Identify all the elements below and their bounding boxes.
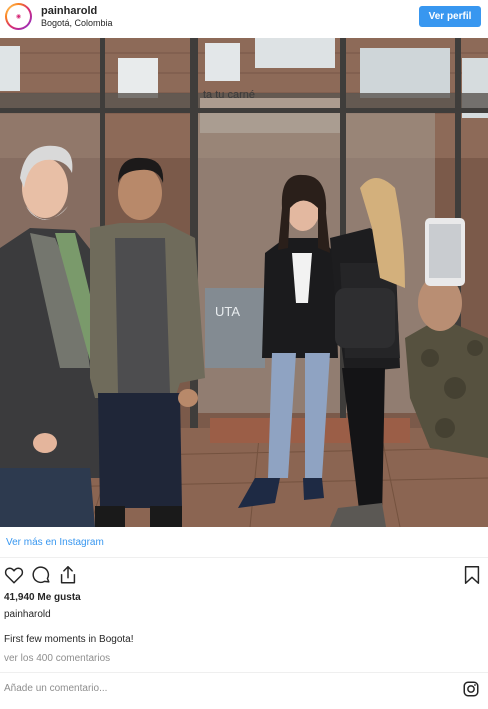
comment-icon[interactable] — [30, 564, 52, 586]
avatar[interactable]: ◉ — [5, 3, 32, 30]
bookmark-icon[interactable] — [461, 564, 483, 586]
instagram-icon[interactable] — [462, 680, 480, 698]
divider — [0, 672, 488, 673]
instagram-embed-card: ◉ painharold Bogotá, Colombia Ver perfil… — [0, 0, 488, 709]
photo-scene: ta tu carné UTA — [0, 38, 488, 527]
divider — [0, 557, 488, 558]
likes-count[interactable]: 41,940 Me gusta — [4, 592, 81, 603]
action-bar — [0, 564, 488, 588]
view-comments-link[interactable]: ver los 400 comentarios — [4, 653, 110, 664]
share-icon[interactable] — [57, 564, 79, 586]
post-owner-username[interactable]: painharold — [4, 609, 51, 620]
shelter-sign-text: ta tu carné — [203, 89, 255, 101]
post-header: ◉ painharold Bogotá, Colombia Ver perfil — [0, 0, 488, 34]
add-comment-field[interactable]: Añade un comentario... — [4, 683, 107, 694]
view-profile-button[interactable]: Ver perfil — [419, 6, 481, 27]
username[interactable]: painharold — [41, 5, 97, 17]
heart-icon[interactable] — [3, 564, 25, 586]
post-caption: First few moments in Bogota! — [4, 634, 134, 645]
post-photo[interactable]: ta tu carné UTA — [0, 38, 488, 527]
view-more-on-instagram-link[interactable]: Ver más en Instagram — [6, 537, 104, 548]
location[interactable]: Bogotá, Colombia — [41, 18, 113, 28]
shelter-door-text: UTA — [215, 304, 240, 319]
